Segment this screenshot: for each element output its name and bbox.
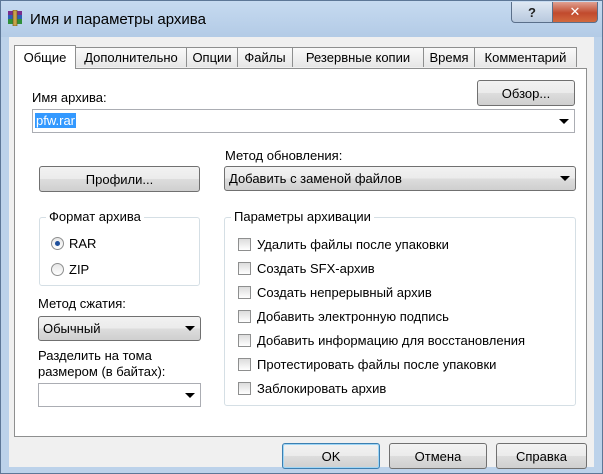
tab-advanced[interactable]: Дополнительно <box>75 47 187 67</box>
help-button[interactable]: Справка <box>496 443 587 469</box>
split-volumes-label-line2: размером (в байтах): <box>38 364 166 379</box>
title-bar[interactable]: Имя и параметры архива ? ✕ <box>1 1 602 37</box>
format-rar-radio[interactable]: RAR <box>51 236 96 251</box>
option-label: Заблокировать архив <box>257 381 387 396</box>
split-volumes-label-line1: Разделить на тома <box>38 348 152 363</box>
update-method-select[interactable]: Добавить с заменой файлов <box>224 166 576 191</box>
option-create-sfx[interactable]: Создать SFX-архив <box>238 261 375 276</box>
split-volumes-combobox[interactable] <box>38 383 201 407</box>
tab-files[interactable]: Файлы <box>237 47 293 67</box>
help-titlebar-button[interactable]: ? <box>511 2 553 23</box>
tab-options[interactable]: Опции <box>186 47 238 67</box>
tab-backup[interactable]: Резервные копии <box>292 47 424 67</box>
update-method-value: Добавить с заменой файлов <box>229 171 402 186</box>
winrar-icon <box>8 10 22 26</box>
checkbox-icon[interactable] <box>238 310 251 323</box>
radio-checked-icon[interactable] <box>51 237 64 250</box>
chevron-down-icon[interactable] <box>559 119 569 124</box>
option-label: Протестировать файлы после упаковки <box>257 357 497 372</box>
ok-button[interactable]: OK <box>282 443 380 469</box>
radio-unchecked-icon[interactable] <box>51 263 64 276</box>
dialog-title: Имя и параметры архива <box>30 11 206 28</box>
checkbox-icon[interactable] <box>238 358 251 371</box>
tab-comment[interactable]: Комментарий <box>474 47 577 67</box>
archive-name-label: Имя архива: <box>32 90 107 105</box>
archive-name-combobox[interactable]: pfw.rar <box>32 109 575 133</box>
archiving-options-legend: Параметры архивации <box>231 209 374 224</box>
format-zip-label: ZIP <box>69 262 90 277</box>
option-label: Добавить информацию для восстановления <box>257 333 526 348</box>
checkbox-icon[interactable] <box>238 238 251 251</box>
option-label: Создать SFX-архив <box>257 261 375 276</box>
option-solid-archive[interactable]: Создать непрерывный архив <box>238 285 432 300</box>
tab-panel-general: Имя архива: Обзор... pfw.rar Метод обнов… <box>14 68 587 437</box>
cancel-button[interactable]: Отмена <box>389 443 487 469</box>
compression-method-select[interactable]: Обычный <box>38 316 201 341</box>
tab-strip: Общие Дополнительно Опции Файлы Резервны… <box>9 45 594 69</box>
checkbox-icon[interactable] <box>238 262 251 275</box>
option-test-files[interactable]: Протестировать файлы после упаковки <box>238 357 496 372</box>
archive-name-value: pfw.rar <box>35 113 77 128</box>
checkbox-icon[interactable] <box>238 382 251 395</box>
option-label: Добавить электронную подпись <box>257 309 449 324</box>
option-label: Удалить файлы после упаковки <box>257 237 449 252</box>
chevron-down-icon[interactable] <box>560 176 570 181</box>
chevron-down-icon[interactable] <box>185 326 195 331</box>
tab-time[interactable]: Время <box>423 47 475 67</box>
option-lock-archive[interactable]: Заблокировать архив <box>238 381 386 396</box>
format-zip-radio[interactable]: ZIP <box>51 262 89 277</box>
option-delete-after[interactable]: Удалить файлы после упаковки <box>238 237 449 252</box>
checkbox-icon[interactable] <box>238 286 251 299</box>
option-label: Создать непрерывный архив <box>257 285 432 300</box>
compression-method-value: Обычный <box>43 321 101 336</box>
option-recovery-record[interactable]: Добавить информацию для восстановления <box>238 333 525 348</box>
close-button[interactable]: ✕ <box>552 2 598 23</box>
checkbox-icon[interactable] <box>238 334 251 347</box>
dialog-window: Имя и параметры архива ? ✕ Общие Дополни… <box>0 0 603 474</box>
compression-method-label: Метод сжатия: <box>38 296 126 311</box>
format-rar-label: RAR <box>69 236 97 251</box>
profiles-button[interactable]: Профили... <box>39 166 200 192</box>
option-digital-signature[interactable]: Добавить электронную подпись <box>238 309 449 324</box>
update-method-label: Метод обновления: <box>225 148 343 163</box>
chevron-down-icon[interactable] <box>185 393 195 398</box>
tab-general[interactable]: Общие <box>14 45 76 69</box>
browse-button[interactable]: Обзор... <box>477 80 575 106</box>
dialog-client-area: Общие Дополнительно Опции Файлы Резервны… <box>9 37 594 469</box>
archive-format-legend: Формат архива <box>46 209 144 224</box>
